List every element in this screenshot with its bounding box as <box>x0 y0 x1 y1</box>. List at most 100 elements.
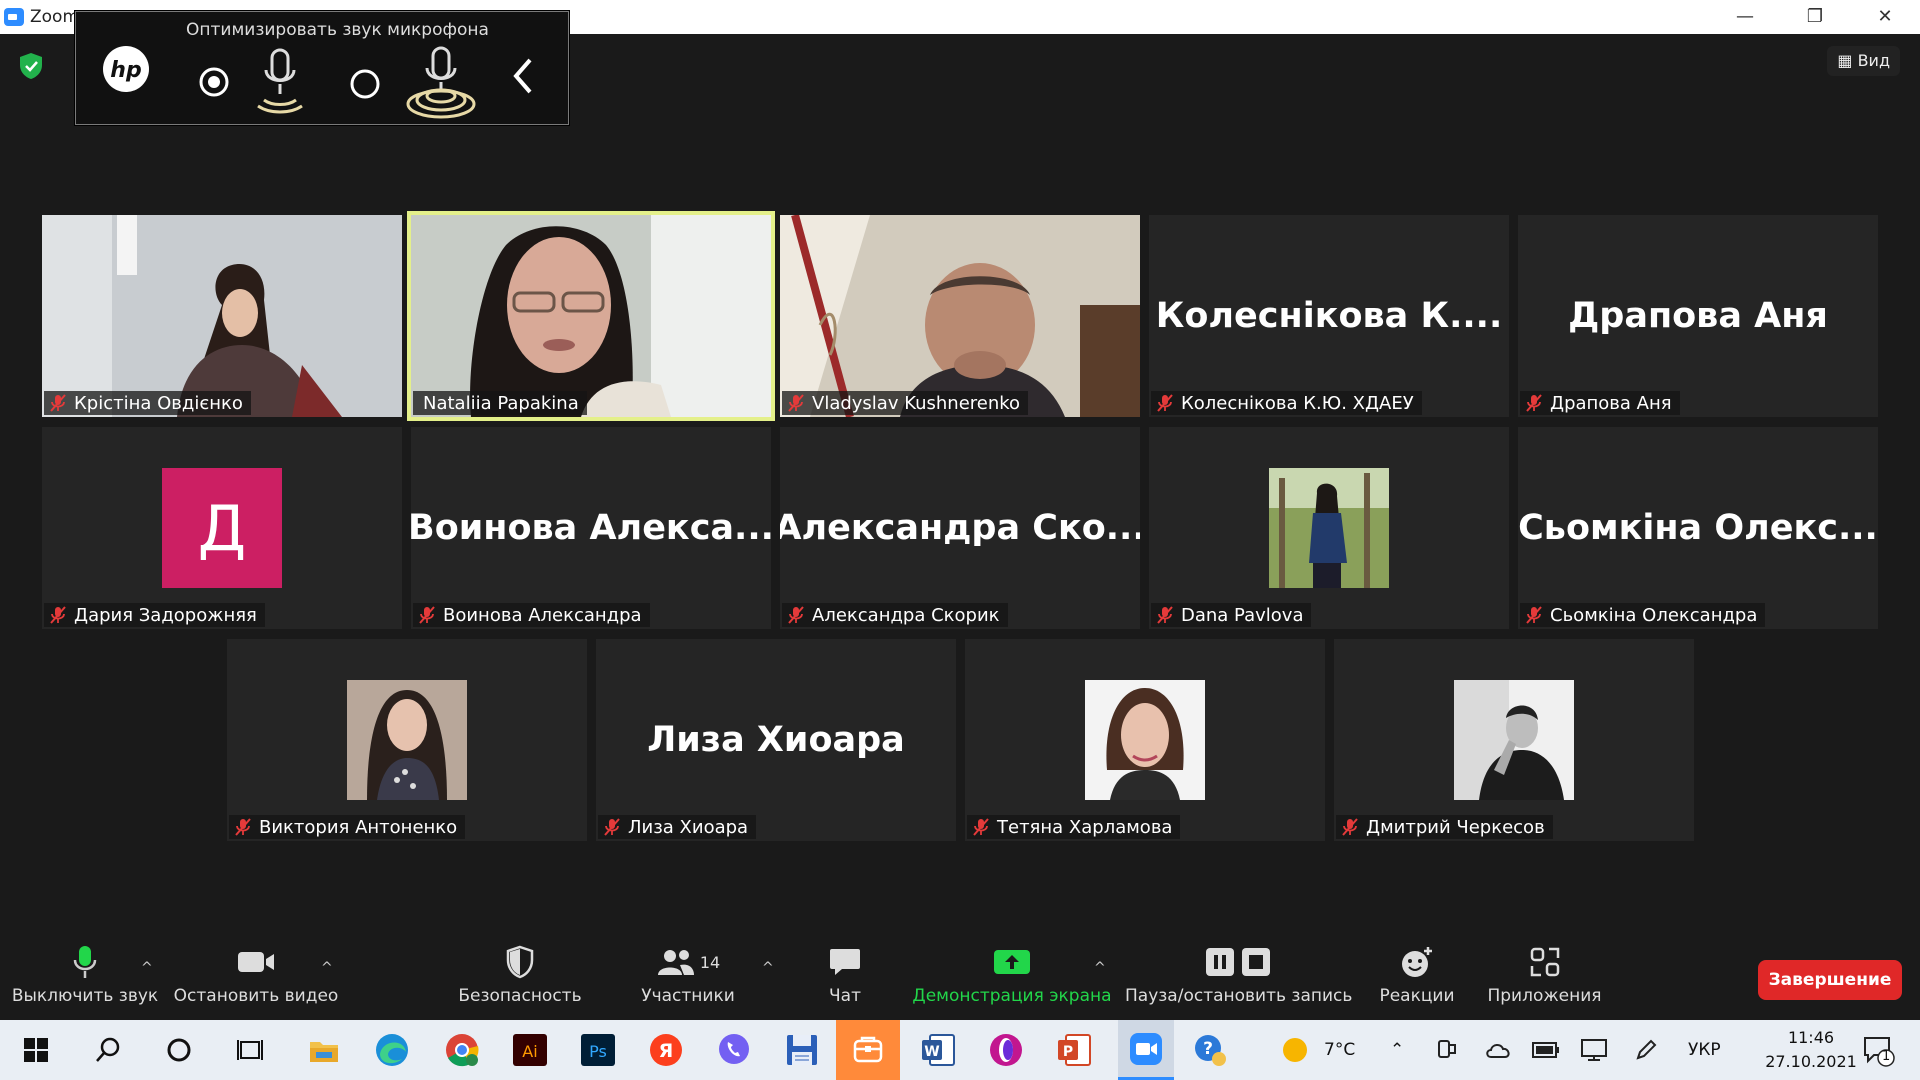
profile-photo-avatar <box>1269 468 1389 588</box>
muted-mic-icon <box>1155 605 1175 625</box>
chat-label: Чат <box>829 986 861 1006</box>
video-tile[interactable]: Александра Ско... Александра Скорик <box>780 427 1140 629</box>
clock[interactable]: 11:46 27.10.2021 <box>1756 1020 1866 1080</box>
pause-stop-record-icon <box>1205 948 1270 976</box>
viber-icon[interactable] <box>712 1028 756 1072</box>
participant-name: Vladyslav Kushnerenko <box>812 392 1021 414</box>
muted-mic-icon <box>233 817 253 837</box>
network-icon[interactable] <box>1580 1020 1608 1080</box>
participant-name-label: Драпова Аня <box>1520 391 1680 415</box>
save-floppy-icon[interactable] <box>780 1028 824 1072</box>
video-tile[interactable]: Vladyslav Kushnerenko <box>780 215 1140 417</box>
active-app-icon[interactable] <box>836 1020 900 1080</box>
muted-mic-icon <box>1155 393 1175 413</box>
chat-button[interactable]: Чат <box>800 938 890 1020</box>
video-tile[interactable]: Дмитрий Черкесов <box>1334 639 1694 841</box>
participant-display-name: Сьомкіна Олекс... <box>1518 508 1878 548</box>
participant-name-label: Колеснікова К.Ю. ХДАЕУ <box>1151 391 1422 415</box>
pause-stop-recording-button[interactable]: Пауза/остановить запись <box>1125 938 1352 1020</box>
grid-icon: ▦ <box>1837 51 1853 70</box>
video-tile[interactable]: Сьомкіна Олекс... Сьомкіна Олександра <box>1518 427 1878 629</box>
windows-taskbar: Ai Ps Я W P ? 7°C ⌃ УКР 11:46 27.10.2021… <box>0 1020 1920 1080</box>
participant-name: Колеснікова К.Ю. ХДАЕУ <box>1181 392 1414 414</box>
cortana-icon[interactable] <box>157 1028 201 1072</box>
participant-name: Nataliia Papakina <box>423 392 579 414</box>
pen-ink-icon[interactable] <box>1634 1020 1658 1080</box>
video-tile[interactable]: Драпова Аня Драпова Аня <box>1518 215 1878 417</box>
yandex-browser-icon[interactable]: Я <box>644 1028 688 1072</box>
video-tile[interactable]: Д Дария Задорожняя <box>42 427 402 629</box>
edge-browser-icon[interactable] <box>370 1028 414 1072</box>
search-icon[interactable] <box>86 1028 130 1072</box>
participant-display-name: Воинова Алекса... <box>411 508 771 548</box>
video-tile[interactable]: Крістіна Овдієнко <box>42 215 402 417</box>
hp-mic-optimizer-panel: Оптимизировать звук микрофона hp <box>75 11 569 125</box>
radio-selected-icon[interactable] <box>198 66 230 98</box>
video-options-caret-icon[interactable]: ^ <box>321 960 333 976</box>
notifications-icon[interactable]: 1 <box>1862 1020 1896 1080</box>
stop-video-label: Остановить видео <box>173 986 339 1006</box>
video-tile[interactable]: Воинова Алекса... Воинова Александра <box>411 427 771 629</box>
opera-browser-icon[interactable] <box>984 1028 1028 1072</box>
close-button[interactable]: ✕ <box>1850 0 1920 34</box>
chat-bubble-icon <box>830 949 860 975</box>
svg-text:hp: hp <box>110 58 141 83</box>
illustrator-icon[interactable]: Ai <box>508 1028 552 1072</box>
participant-name: Dana Pavlova <box>1181 604 1304 626</box>
video-tile[interactable]: Dana Pavlova <box>1149 427 1509 629</box>
participant-name-label: Dana Pavlova <box>1151 603 1312 627</box>
radio-unselected-icon[interactable] <box>349 68 381 100</box>
share-options-caret-icon[interactable]: ^ <box>1094 960 1106 976</box>
profile-photo-avatar <box>1454 680 1574 800</box>
security-button[interactable]: Безопасность <box>455 938 585 1020</box>
video-tile[interactable]: Виктория Антоненко <box>227 639 587 841</box>
profile-photo-avatar <box>347 680 467 800</box>
meeting-toolbar: Выключить звук ^ Остановить видео ^ Безо… <box>0 938 1920 1020</box>
windows-start-icon[interactable] <box>14 1028 58 1072</box>
video-tile[interactable]: Лиза Хиоара Лиза Хиоара <box>596 639 956 841</box>
svg-text:Ps: Ps <box>589 1042 607 1061</box>
participant-name-label: Воинова Александра <box>413 603 650 627</box>
participants-options-caret-icon[interactable]: ^ <box>762 960 774 976</box>
participant-name: Александра Скорик <box>812 604 1000 626</box>
participant-name-label: Vladyslav Kushnerenko <box>782 391 1029 415</box>
participants-button[interactable]: 14 Участники <box>628 938 748 1020</box>
reaction-smiley-icon <box>1402 947 1432 977</box>
photoshop-icon[interactable]: Ps <box>576 1028 620 1072</box>
powerpoint-icon[interactable]: P <box>1052 1028 1096 1072</box>
restore-button[interactable]: ❐ <box>1780 0 1850 34</box>
file-explorer-icon[interactable] <box>302 1028 346 1072</box>
chrome-browser-icon[interactable] <box>440 1028 484 1072</box>
word-icon[interactable]: W <box>916 1028 960 1072</box>
end-meeting-button[interactable]: Завершение <box>1758 960 1902 1000</box>
audio-options-caret-icon[interactable]: ^ <box>141 960 153 976</box>
encryption-shield-icon[interactable] <box>18 52 44 84</box>
zoom-taskbar-icon[interactable] <box>1118 1020 1174 1080</box>
share-screen-button[interactable]: Демонстрация экрана <box>912 938 1112 1020</box>
participant-name: Лиза Хиоара <box>628 816 749 838</box>
show-hidden-icons-chevron-icon[interactable]: ⌃ <box>1390 1020 1404 1080</box>
apps-button[interactable]: Приложения <box>1482 938 1607 1020</box>
weather-widget[interactable]: 7°C <box>1280 1020 1355 1080</box>
video-tile[interactable]: Колеснікова К.... Колеснікова К.Ю. ХДАЕУ <box>1149 215 1509 417</box>
share-screen-label: Демонстрация экрана <box>912 986 1112 1006</box>
view-button[interactable]: ▦ Вид <box>1827 46 1900 76</box>
onedrive-cloud-icon[interactable] <box>1484 1020 1512 1080</box>
meet-now-icon[interactable] <box>1436 1020 1458 1080</box>
svg-text:P: P <box>1063 1044 1073 1060</box>
muted-mic-icon <box>48 393 68 413</box>
collapse-chevron-icon[interactable] <box>508 56 538 96</box>
video-tile[interactable]: Тетяна Харламова <box>965 639 1325 841</box>
video-tile-active-speaker[interactable]: Nataliia Papakina <box>407 211 775 421</box>
mute-button[interactable]: Выключить звук <box>10 938 160 1020</box>
stop-video-button[interactable]: Остановить видео <box>172 938 340 1020</box>
zoom-logo-icon <box>4 8 24 26</box>
muted-mic-icon <box>417 605 437 625</box>
task-view-icon[interactable] <box>228 1028 272 1072</box>
battery-icon[interactable] <box>1532 1020 1560 1080</box>
input-language-indicator[interactable]: УКР <box>1688 1020 1721 1080</box>
share-screen-icon <box>994 950 1030 974</box>
reactions-button[interactable]: Реакции <box>1367 938 1467 1020</box>
minimize-button[interactable]: — <box>1710 0 1780 34</box>
help-icon[interactable]: ? <box>1188 1028 1232 1072</box>
